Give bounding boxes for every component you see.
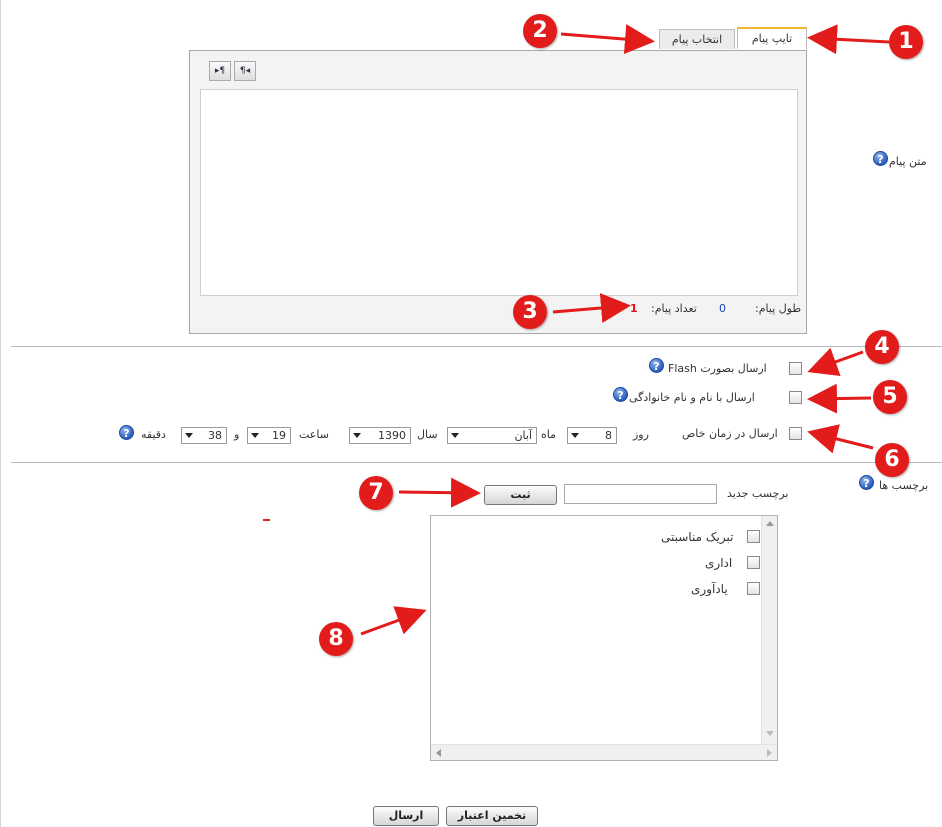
message-count-label: تعداد پیام: <box>651 302 697 315</box>
chevron-down-icon <box>451 433 459 438</box>
tag-label: اداری <box>705 556 733 570</box>
dash-mark <box>263 519 270 521</box>
help-icon[interactable]: ? <box>119 425 134 440</box>
day-label: روز <box>633 428 649 441</box>
with-name-option-label: ارسال با نام و نام خانوادگی <box>629 391 755 404</box>
marker-5: 5 <box>873 380 907 414</box>
divider <box>11 462 942 463</box>
tag-label: یادآوری <box>691 582 728 596</box>
message-text-label: متن پیام <box>889 155 927 168</box>
flash-checkbox[interactable] <box>789 362 802 375</box>
tag-checkbox[interactable] <box>747 556 760 569</box>
marker-7: 7 <box>359 476 393 510</box>
vertical-scrollbar[interactable] <box>761 516 777 744</box>
arrow-2 <box>560 24 655 55</box>
help-icon[interactable]: ? <box>613 387 628 402</box>
month-label: ماه <box>541 428 557 441</box>
message-length-label: طول پیام: <box>755 302 802 315</box>
and-label: و <box>234 428 240 441</box>
year-label: سال <box>417 428 438 441</box>
with-name-checkbox[interactable] <box>789 391 802 404</box>
tags-label: برچسب ها <box>879 479 929 492</box>
rtl-direction-button[interactable]: ¶◂ <box>234 61 256 81</box>
help-icon[interactable]: ? <box>859 475 874 490</box>
marker-1: 1 <box>889 25 923 59</box>
marker-2: 2 <box>523 14 557 48</box>
marker-8: 8 <box>319 622 353 656</box>
chevron-down-icon <box>251 433 259 438</box>
arrow-6 <box>807 424 874 454</box>
marker-3: 3 <box>513 295 547 329</box>
arrow-1 <box>807 24 890 55</box>
message-editor: ¶◂ ▸¶ <box>189 50 807 334</box>
marker-6: 6 <box>875 443 909 477</box>
ltr-direction-button[interactable]: ▸¶ <box>209 61 231 81</box>
message-length-value: 0 <box>719 302 726 315</box>
day-select[interactable]: 8 <box>567 427 617 444</box>
hour-select[interactable]: 19 <box>247 427 291 444</box>
estimate-credit-button[interactable]: تخمین اعتبار <box>446 806 538 826</box>
scheduled-option-label: ارسال در زمان خاص <box>682 427 778 440</box>
chevron-down-icon <box>353 433 361 438</box>
arrow-4 <box>807 347 864 376</box>
message-textarea[interactable] <box>200 89 798 296</box>
flash-option-label: ارسال بصورت Flash <box>668 362 767 375</box>
message-count-value: 1 <box>630 302 638 315</box>
help-icon[interactable]: ? <box>873 151 888 166</box>
submit-tag-button[interactable]: ثبت <box>484 485 557 505</box>
minute-label: دقیقه <box>141 428 166 441</box>
chevron-down-icon <box>185 433 193 438</box>
arrow-5 <box>807 383 872 414</box>
scheduled-checkbox[interactable] <box>789 427 802 440</box>
new-tag-input[interactable] <box>564 484 717 504</box>
horizontal-scrollbar[interactable] <box>431 744 777 760</box>
help-icon[interactable]: ? <box>649 358 664 373</box>
scroll-arrows-icon <box>766 521 774 736</box>
tags-listbox[interactable]: تبریک مناسبتی اداری یادآوری <box>430 515 778 761</box>
divider <box>11 346 942 347</box>
tab-select-message[interactable]: انتخاب پیام <box>659 29 735 49</box>
month-select[interactable]: آبان <box>447 427 537 444</box>
year-select[interactable]: 1390 <box>349 427 411 444</box>
arrow-8 <box>360 606 427 636</box>
chevron-down-icon <box>571 433 579 438</box>
scroll-arrows-icon <box>436 749 772 757</box>
hour-label: ساعت <box>299 428 329 441</box>
send-button[interactable]: ارسال <box>373 806 439 826</box>
tag-checkbox[interactable] <box>747 530 760 543</box>
marker-4: 4 <box>865 330 899 364</box>
new-tag-label: برچسب جدید <box>727 487 789 500</box>
sms-compose-form: تایپ پیام انتخاب پیام متن پیام ? ¶◂ ▸¶ ط… <box>0 0 942 827</box>
arrow-7 <box>398 477 481 508</box>
minute-select[interactable]: 38 <box>181 427 227 444</box>
tag-checkbox[interactable] <box>747 582 760 595</box>
tag-label: تبریک مناسبتی <box>661 530 734 544</box>
tab-type-message[interactable]: تایپ پیام <box>737 27 807 49</box>
